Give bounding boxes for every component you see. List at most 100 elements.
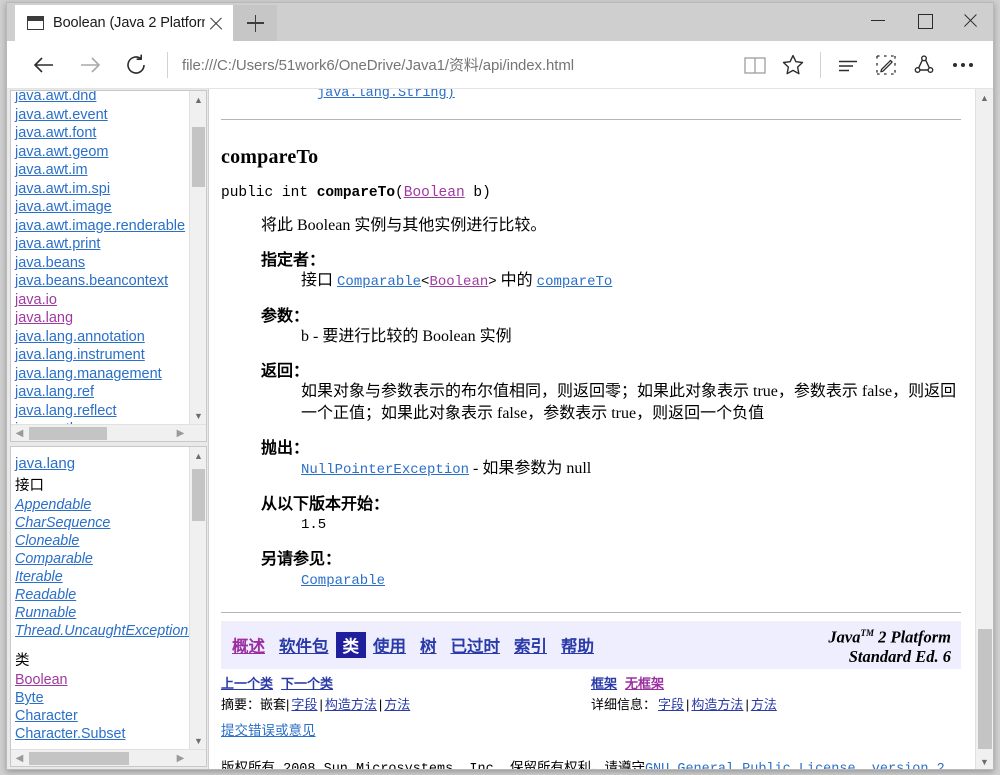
package-link[interactable]: java.beans	[15, 255, 85, 271]
browser-tab[interactable]: Boolean (Java 2 Platform	[15, 5, 233, 41]
interface-link[interactable]: Runnable	[15, 605, 76, 621]
list-item[interactable]: Runnable	[15, 604, 206, 622]
package-link[interactable]: java.lang.instrument	[15, 347, 145, 363]
scroll-right-icon[interactable]: ▶	[172, 425, 189, 442]
package-link[interactable]: java.awt.dnd	[15, 91, 96, 104]
class-link[interactable]: Byte	[15, 690, 44, 706]
class-link[interactable]: Character	[15, 708, 78, 724]
close-icon[interactable]	[947, 3, 993, 37]
interface-link[interactable]: Readable	[15, 587, 76, 603]
clipped-signature-link[interactable]: java.lang.String)	[317, 89, 961, 103]
list-item[interactable]: java.lang	[15, 309, 206, 328]
scroll-up-icon[interactable]: ▲	[976, 89, 993, 106]
scroll-left-icon[interactable]: ◀	[11, 425, 28, 442]
list-item[interactable]: Iterable	[15, 568, 206, 586]
list-item[interactable]: java.lang.annotation	[15, 328, 206, 347]
package-link[interactable]: java.awt.print	[15, 236, 100, 252]
scrollbar-thumb[interactable]	[29, 752, 129, 765]
package-link[interactable]: java.awt.event	[15, 107, 108, 123]
list-item[interactable]: java.awt.geom	[15, 143, 206, 162]
list-item[interactable]: Comparable	[15, 550, 206, 568]
list-item[interactable]: java.lang.reflect	[15, 402, 206, 421]
interface-link[interactable]: Appendable	[15, 497, 91, 513]
class-link[interactable]: Character.Subset	[15, 726, 125, 742]
classes-horizontal-scrollbar[interactable]: ◀ ▶	[11, 749, 206, 766]
list-item[interactable]: java.beans	[15, 254, 206, 273]
package-link[interactable]: java.awt.font	[15, 125, 96, 141]
no-frames-link[interactable]: 无框架	[625, 676, 664, 691]
see-also-link[interactable]: Comparable	[301, 573, 385, 589]
list-item[interactable]: Character.Subset	[15, 725, 206, 743]
minimize-icon[interactable]	[855, 3, 901, 37]
package-link[interactable]: java.io	[15, 292, 57, 308]
frames-link[interactable]: 框架	[591, 676, 617, 691]
hub-lines-icon[interactable]	[829, 46, 867, 84]
classes-vertical-scrollbar[interactable]: ▲ ▼	[189, 447, 206, 749]
list-item[interactable]: java.awt.font	[15, 124, 206, 143]
list-item[interactable]: java.beans.beancontext	[15, 272, 206, 291]
list-item[interactable]: java.awt.print	[15, 235, 206, 254]
package-link[interactable]: java.awt.geom	[15, 144, 109, 160]
scroll-right-icon[interactable]: ▶	[172, 750, 189, 767]
list-item[interactable]: java.lang.management	[15, 365, 206, 384]
interface-link[interactable]: Comparable	[15, 551, 93, 567]
detail-field-link[interactable]: 字段	[658, 697, 684, 712]
book-icon[interactable]	[736, 46, 774, 84]
main-vertical-scrollbar[interactable]: ▲ ▼	[975, 89, 993, 770]
ellipsis-icon[interactable]	[943, 46, 983, 84]
current-package-link[interactable]: java.lang	[15, 455, 206, 473]
list-item[interactable]: Appendable	[15, 496, 206, 514]
nav-link[interactable]: 帮助	[561, 638, 594, 656]
nav-item-use[interactable]: 使用	[366, 632, 413, 658]
list-item[interactable]: java.awt.im.spi	[15, 180, 206, 199]
list-item[interactable]: java.awt.event	[15, 106, 206, 125]
exception-link[interactable]: NullPointerException	[301, 462, 469, 478]
scroll-down-icon[interactable]: ▼	[190, 732, 206, 749]
nav-link[interactable]: 概述	[232, 638, 265, 656]
list-item[interactable]: Boolean	[15, 671, 206, 689]
interface-link[interactable]: Thread.UncaughtExceptionHandler	[15, 623, 206, 639]
package-link[interactable]: java.awt.im	[15, 162, 88, 178]
generic-type-link[interactable]: Boolean	[429, 274, 488, 290]
list-item[interactable]: java.lang.ref	[15, 383, 206, 402]
param-type-link[interactable]: Boolean	[404, 185, 465, 201]
nav-link[interactable]: 已过时	[451, 638, 501, 656]
nav-item-index[interactable]: 索引	[507, 632, 554, 658]
pen-note-icon[interactable]	[867, 46, 905, 84]
package-clipped-top[interactable]: java.awt.dnd	[15, 91, 206, 106]
nav-item-overview[interactable]: 概述	[225, 632, 272, 658]
list-item[interactable]: java.awt.im	[15, 161, 206, 180]
scrollbar-thumb[interactable]	[978, 629, 992, 749]
package-link[interactable]: java.lang.reflect	[15, 403, 117, 419]
scrollbar-thumb[interactable]	[192, 469, 205, 521]
list-item[interactable]: Character	[15, 707, 206, 725]
scrollbar-thumb[interactable]	[192, 127, 205, 187]
new-tab-button[interactable]	[233, 5, 277, 41]
summary-constructor-link[interactable]: 构造方法	[325, 697, 377, 712]
address-bar[interactable]: file:///C:/Users/51work6/OneDrive/Java1/…	[178, 54, 736, 75]
nav-item-tree[interactable]: 树	[413, 632, 444, 658]
list-item[interactable]: java.io	[15, 291, 206, 310]
scrollbar-thumb[interactable]	[29, 427, 107, 440]
list-item[interactable]: java.awt.image.renderable	[15, 217, 206, 236]
scroll-down-icon[interactable]: ▼	[976, 753, 993, 770]
list-item[interactable]: java.lang.instrument	[15, 346, 206, 365]
prev-class-link[interactable]: 上一个类	[221, 676, 273, 691]
list-item[interactable]: java.awt.image	[15, 198, 206, 217]
refresh-icon[interactable]	[113, 45, 159, 85]
nav-item-packages[interactable]: 软件包	[272, 632, 336, 658]
interface-link[interactable]: Iterable	[15, 569, 63, 585]
summary-field-link[interactable]: 字段	[291, 697, 317, 712]
list-item[interactable]: Thread.UncaughtExceptionHandler	[15, 622, 206, 640]
package-link[interactable]: java.lang.ref	[15, 384, 94, 400]
scroll-down-icon[interactable]: ▼	[190, 407, 206, 424]
package-link[interactable]: java.beans.beancontext	[15, 273, 168, 289]
class-link[interactable]: Boolean	[15, 672, 67, 688]
list-item[interactable]: CharSequence	[15, 514, 206, 532]
star-icon[interactable]	[774, 46, 812, 84]
back-arrow-icon[interactable]	[21, 45, 67, 85]
forward-arrow-icon[interactable]	[67, 45, 113, 85]
list-item[interactable]: Readable	[15, 586, 206, 604]
type-link[interactable]: java.lang.String)	[317, 89, 455, 101]
package-link[interactable]: java.lang	[15, 455, 75, 472]
